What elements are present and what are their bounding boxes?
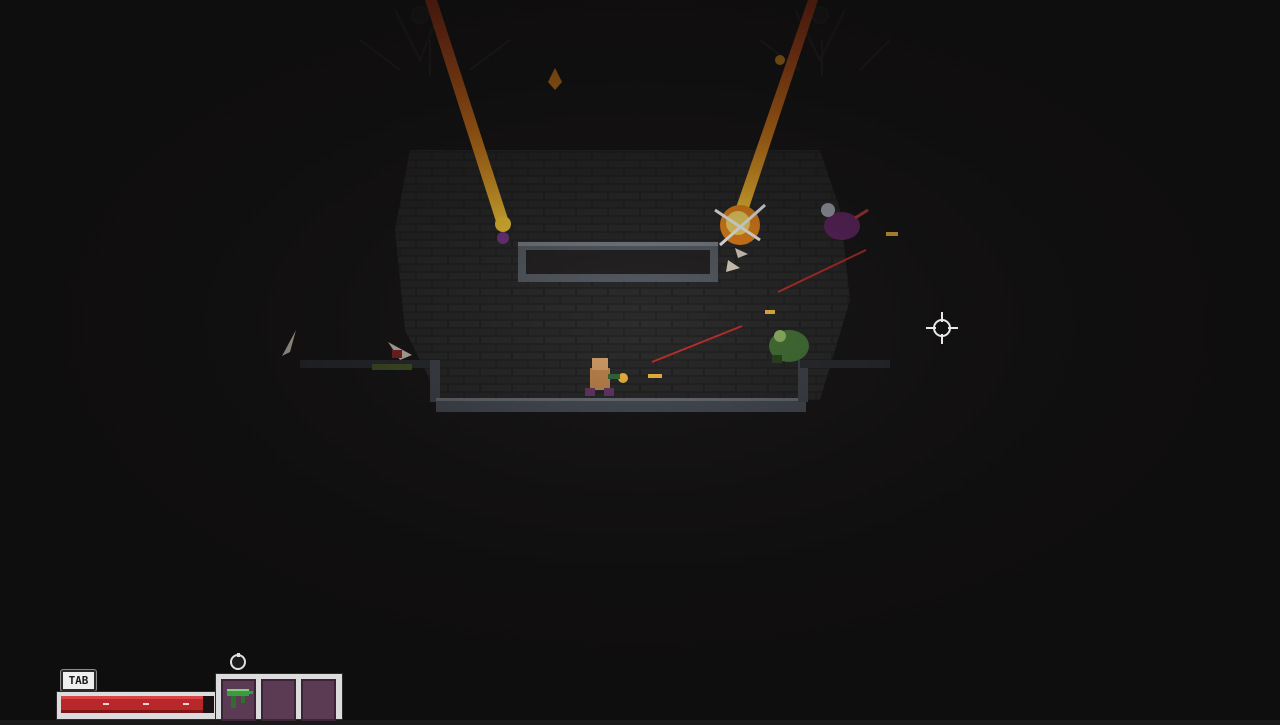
crosshair-icon[interactable]: [926, 312, 958, 344]
game-scene: [0, 0, 1280, 720]
health-tick: [183, 703, 189, 705]
enemy-ground-left: [388, 342, 412, 360]
health-track: [61, 696, 214, 713]
bomb-icon: [230, 653, 246, 670]
health-tick: [103, 703, 109, 705]
inventory-slot-1[interactable]: [221, 679, 256, 721]
health-bar: [56, 691, 218, 720]
inventory-slot-3[interactable]: [301, 679, 336, 721]
inventory-slot-2[interactable]: [261, 679, 296, 721]
stone-slab: [518, 242, 718, 282]
enemy-flying-imp: [821, 203, 869, 240]
health-fill: [61, 696, 204, 713]
falling-ember: [548, 68, 562, 90]
tab-key-hint[interactable]: TAB: [61, 670, 96, 691]
health-tick: [143, 703, 149, 705]
inventory-bar: [215, 673, 343, 721]
green-smg-icon: [227, 689, 253, 708]
feather-projectile: [282, 330, 296, 356]
